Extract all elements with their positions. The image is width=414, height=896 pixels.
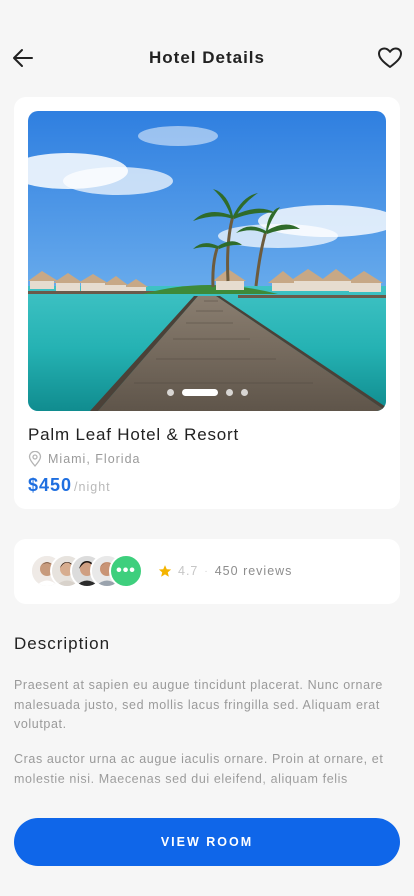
location-text: Miami, Florida — [48, 452, 141, 466]
reviews-card[interactable]: ••• 4.7 · 450 reviews — [14, 539, 400, 604]
hotel-card[interactable]: Palm Leaf Hotel & Resort Miami, Florida … — [14, 97, 400, 509]
carousel-dot[interactable] — [225, 389, 233, 396]
page-title: Hotel Details — [149, 48, 265, 67]
more-reviewers-button[interactable]: ••• — [109, 554, 143, 588]
price-row: $450 /night — [28, 475, 111, 496]
favorite-button[interactable] — [376, 44, 404, 72]
header: Hotel Details — [0, 40, 414, 76]
carousel-dot[interactable] — [166, 389, 174, 396]
location-pin-icon — [28, 451, 42, 467]
price-unit: /night — [74, 480, 111, 494]
hotel-photo-carousel[interactable] — [28, 111, 386, 411]
description-paragraph: Praesent at sapien eu augue tincidunt pl… — [14, 678, 383, 731]
hotel-photo — [28, 111, 386, 411]
more-icon: ••• — [116, 562, 136, 579]
price: $450 — [28, 475, 73, 495]
view-room-button[interactable]: VIEW ROOM — [14, 818, 400, 866]
rating-separator: · — [204, 565, 209, 577]
star-icon — [158, 565, 172, 577]
carousel-dot-active[interactable] — [181, 389, 218, 396]
heart-icon — [378, 47, 402, 68]
description-heading: Description — [14, 634, 111, 653]
rating-summary: 4.7 · 450 reviews — [158, 564, 292, 578]
rating-value: 4.7 — [178, 564, 199, 578]
hotel-name: Palm Leaf Hotel & Resort — [28, 425, 240, 444]
carousel-indicator — [28, 389, 386, 396]
carousel-dot[interactable] — [240, 389, 248, 396]
review-count[interactable]: 450 reviews — [215, 564, 293, 578]
hotel-location: Miami, Florida — [28, 451, 141, 467]
reviewer-avatars[interactable]: ••• — [30, 554, 160, 588]
